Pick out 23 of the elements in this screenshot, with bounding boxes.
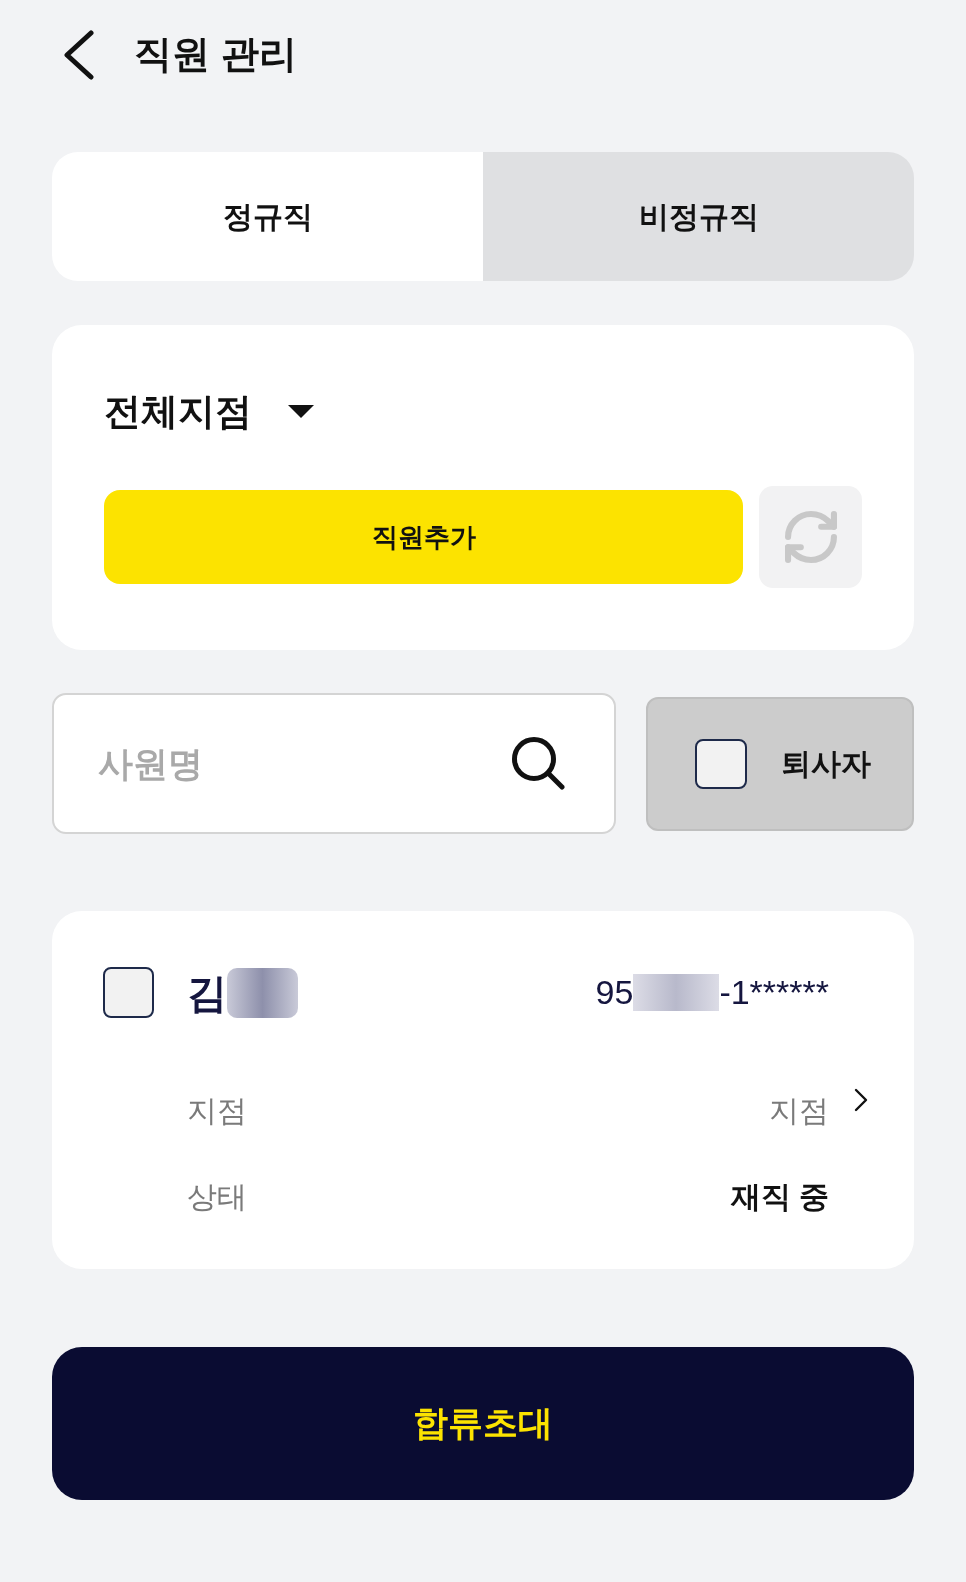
checkbox[interactable] xyxy=(695,738,747,789)
tab[interactable]: 정규직 xyxy=(52,152,483,281)
field-label: 상태 xyxy=(187,1178,247,1215)
id-number-text: 95 xyxy=(595,972,634,1013)
field-label: 지점 xyxy=(187,1092,247,1129)
refresh-icon xyxy=(784,511,837,563)
back-icon[interactable] xyxy=(63,30,94,80)
field-value: 재직 중 xyxy=(730,1178,829,1215)
branch-dropdown[interactable]: 전체지점 xyxy=(104,389,314,435)
caret-icon xyxy=(288,405,314,419)
field-value: 지점 xyxy=(769,1092,829,1129)
chevron-right-icon[interactable] xyxy=(854,1088,868,1112)
search-icon[interactable] xyxy=(512,737,565,790)
checkbox[interactable] xyxy=(103,967,154,1018)
retired-filter-toggle[interactable]: 퇴사자 xyxy=(646,696,914,831)
id-number-text: -1****** xyxy=(719,972,829,1013)
page-title: 직원 관리 xyxy=(134,32,297,78)
invite-button[interactable]: 합류초대 xyxy=(52,1347,914,1500)
search-field[interactable]: 사원명 xyxy=(52,693,616,834)
tab[interactable]: 비정규직 xyxy=(483,152,914,281)
employee-card[interactable]: 김 95 -1****** 지점 지점 상태 재직 중 xyxy=(52,911,914,1269)
employee-name: 김 xyxy=(187,969,227,1017)
add-employee-button[interactable]: 직원추가 xyxy=(104,490,743,584)
